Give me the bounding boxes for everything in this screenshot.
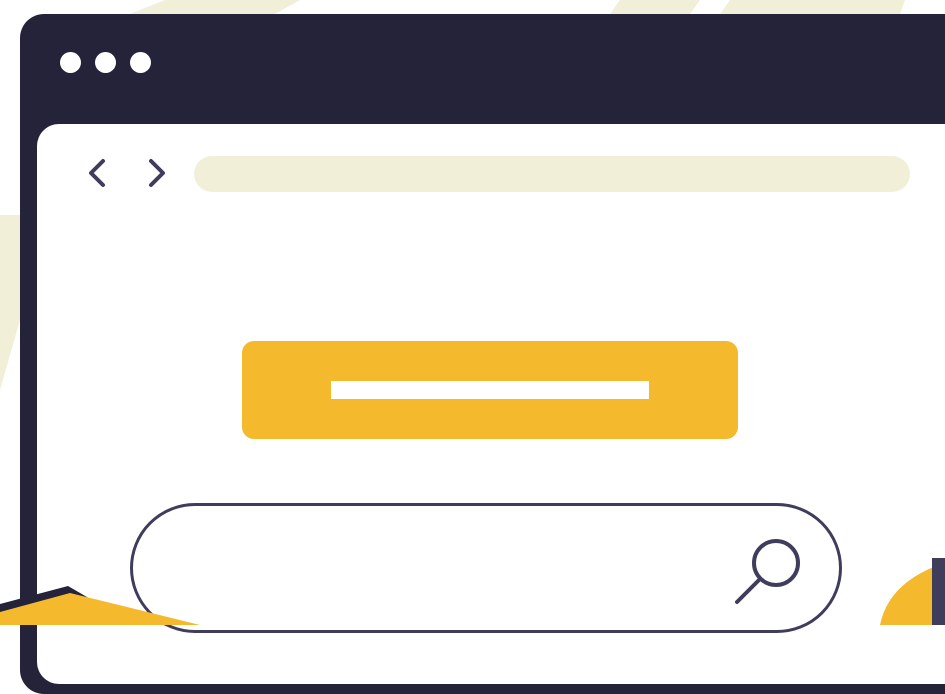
window-control-dot[interactable] xyxy=(130,52,151,73)
cta-label-placeholder xyxy=(331,381,649,399)
forward-button[interactable] xyxy=(140,152,174,194)
window-control-dot[interactable] xyxy=(95,52,116,73)
search-icon[interactable] xyxy=(732,535,804,607)
background-stripe xyxy=(720,0,905,14)
chevron-right-icon xyxy=(149,159,165,187)
address-bar[interactable] xyxy=(194,156,910,192)
back-button[interactable] xyxy=(80,152,114,194)
window-control-dot[interactable] xyxy=(60,52,81,73)
background-stripe xyxy=(130,0,300,14)
chevron-left-icon xyxy=(89,159,105,187)
background-stripe xyxy=(610,0,700,14)
cta-button[interactable] xyxy=(242,341,738,439)
window-controls xyxy=(60,52,151,73)
